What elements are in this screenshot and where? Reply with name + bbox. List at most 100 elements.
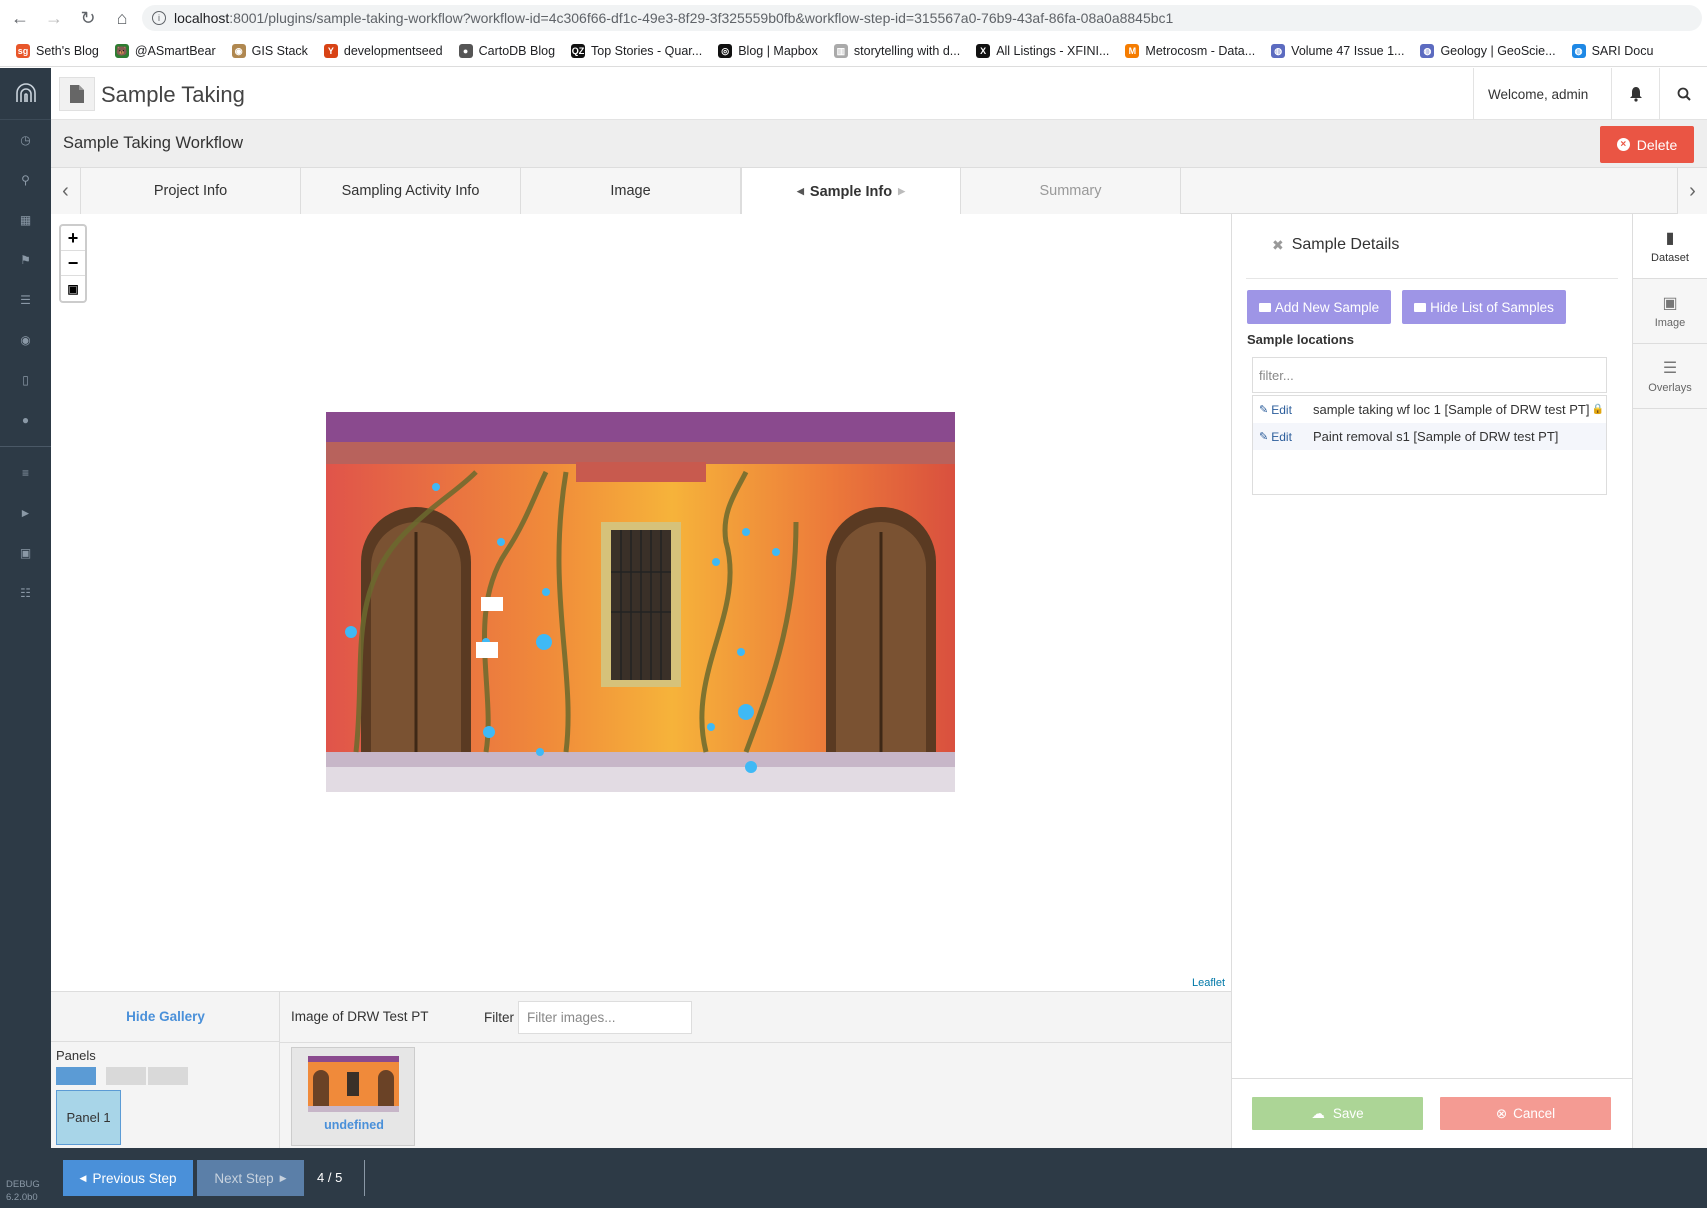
bookmark-item[interactable]: ◉ GIS Stack xyxy=(231,44,308,58)
side-tab-label: Dataset xyxy=(1651,252,1689,264)
next-label: Next Step xyxy=(214,1170,274,1186)
tabs-prev-icon[interactable]: ‹ xyxy=(51,168,81,214)
welcome-user[interactable]: Welcome, admin xyxy=(1473,68,1602,120)
panel-chip[interactable] xyxy=(56,1067,96,1085)
bookmark-item[interactable]: ▥ storytelling with d... xyxy=(833,44,961,58)
folder-icon xyxy=(1414,302,1427,312)
caret-left-icon: ◀ xyxy=(79,1172,87,1183)
report-icon[interactable]: ▦ xyxy=(0,200,51,240)
bookmark-item[interactable]: M Metrocosm - Data... xyxy=(1125,44,1255,58)
back-icon[interactable]: ← xyxy=(6,4,34,32)
mobile-icon[interactable]: ▯ xyxy=(0,360,51,400)
add-new-sample-button[interactable]: Add New Sample xyxy=(1247,290,1391,324)
image-gallery: Hide Gallery Panels Panel 1 Image of DRW… xyxy=(51,991,1231,1149)
bookmark-item[interactable]: 🐻 @ASmartBear xyxy=(114,44,216,58)
bookmark-icon[interactable]: ⚑ xyxy=(0,240,51,280)
close-icon[interactable]: ✖ xyxy=(1272,237,1284,254)
hide-gallery-button[interactable]: Hide Gallery xyxy=(51,992,280,1042)
panel-1-button[interactable]: Panel 1 xyxy=(56,1090,121,1145)
sidebar-divider xyxy=(0,446,51,447)
list-nav-icon[interactable]: ☰ xyxy=(0,280,51,320)
tab-label: Sampling Activity Info xyxy=(341,183,480,199)
sample-locations-label: Sample locations xyxy=(1247,332,1354,347)
edit-button[interactable]: ✎ Edit xyxy=(1259,430,1313,444)
zoom-control: + − ▣ xyxy=(59,224,87,303)
globe-icon[interactable]: ◉ xyxy=(0,320,51,360)
save-button[interactable]: ☁ Save xyxy=(1252,1097,1423,1130)
previous-step-button[interactable]: ◀ Previous Step xyxy=(63,1160,193,1196)
workflow-footer: ◀ Previous Step Next Step ▶ 4 / 5 xyxy=(51,1148,1707,1208)
search-nav-icon[interactable]: ⚲ xyxy=(0,160,51,200)
play-icon[interactable]: ► xyxy=(0,493,51,533)
tab-sampling-activity-info[interactable]: Sampling Activity Info xyxy=(301,168,521,214)
fullscreen-icon[interactable]: ▣ xyxy=(61,276,85,301)
side-tab-dataset[interactable]: ▮ Dataset xyxy=(1633,214,1707,279)
prev-label: Previous Step xyxy=(92,1170,177,1186)
side-tab-overlays[interactable]: ☰ Overlays xyxy=(1633,344,1707,409)
sample-details-panel: ✖ Sample Details Add New Sample Hide Lis… xyxy=(1231,214,1632,1148)
user-icon[interactable]: ● xyxy=(0,400,51,440)
tab-summary[interactable]: Summary xyxy=(961,168,1181,214)
lock-icon: 🔒 xyxy=(1591,404,1604,415)
zoom-out-button[interactable]: − xyxy=(61,251,85,276)
bookmark-favicon-icon: ▥ xyxy=(833,44,848,58)
bookmark-label: storytelling with d... xyxy=(853,44,961,58)
sample-filter-input[interactable] xyxy=(1252,357,1607,393)
list-item: ✎ Edit sample taking wf loc 1 [Sample of … xyxy=(1253,396,1606,423)
url-host: localhost xyxy=(174,10,230,26)
bookmark-item[interactable]: X All Listings - XFINI... xyxy=(976,44,1109,58)
bookmark-item[interactable]: ◍ SARI Docu xyxy=(1571,44,1653,58)
bookmark-item[interactable]: Ydevelopmentseed xyxy=(323,44,443,58)
delete-button[interactable]: × Delete xyxy=(1600,126,1694,163)
reload-icon[interactable]: ↻ xyxy=(74,4,102,32)
panel-footer: ☁ Save ⊗ Cancel xyxy=(1232,1078,1632,1148)
bell-icon[interactable] xyxy=(1611,68,1659,120)
bookmark-favicon-icon: X xyxy=(976,44,991,58)
bookmark-item[interactable]: ◍ Geology | GeoScie... xyxy=(1420,44,1556,58)
thumbnail-caption[interactable]: undefined xyxy=(292,1118,416,1132)
building-facade-image[interactable] xyxy=(326,412,955,792)
tabs-next-icon[interactable]: › xyxy=(1677,168,1707,214)
next-step-button[interactable]: Next Step ▶ xyxy=(197,1160,304,1196)
map-viewer[interactable]: + − ▣ Leaflet xyxy=(51,214,1231,991)
tab-image[interactable]: Image xyxy=(521,168,741,214)
address-bar[interactable]: i localhost:8001/plugins/sample-taking-w… xyxy=(142,5,1702,31)
bookmark-item[interactable]: ● CartoDB Blog xyxy=(458,44,556,58)
cancel-button[interactable]: ⊗ Cancel xyxy=(1440,1097,1611,1130)
panels-label: Panels xyxy=(56,1048,96,1063)
bookmark-favicon-icon: sg xyxy=(16,44,30,58)
search-icon[interactable] xyxy=(1659,68,1707,120)
edit-button[interactable]: ✎ Edit xyxy=(1259,403,1313,417)
cloud-icon: ☁ xyxy=(1311,1105,1325,1121)
bookmark-item[interactable]: ◎ Blog | Mapbox xyxy=(718,44,818,58)
bookmark-label: Blog | Mapbox xyxy=(738,44,818,58)
side-tab-image[interactable]: ▣ Image xyxy=(1633,279,1707,344)
bookmark-label: All Listings - XFINI... xyxy=(996,44,1110,58)
hide-list-button[interactable]: Hide List of Samples xyxy=(1402,290,1566,324)
tab-project-info[interactable]: Project Info xyxy=(81,168,301,214)
caret-right-icon: ▶ xyxy=(898,186,906,196)
bookmark-favicon-icon: ◉ xyxy=(231,44,246,58)
workflow-title: Sample Taking Workflow xyxy=(63,134,244,152)
sample-name[interactable]: sample taking wf loc 1 [Sample of DRW te… xyxy=(1313,402,1589,417)
database-icon[interactable]: ☷ xyxy=(0,573,51,613)
bookmark-item[interactable]: QZ Top Stories - Quar... xyxy=(571,44,702,58)
site-info-icon[interactable]: i xyxy=(152,11,166,25)
panel-chip[interactable] xyxy=(148,1067,188,1085)
bookmark-label: CartoDB Blog xyxy=(478,44,556,58)
bookmark-item[interactable]: sg Seth's Blog xyxy=(16,44,99,58)
zoom-in-button[interactable]: + xyxy=(61,226,85,251)
forward-icon[interactable]: → xyxy=(40,4,68,32)
app-logo-icon[interactable] xyxy=(0,68,51,120)
clock-icon[interactable]: ◷ xyxy=(0,120,51,160)
text-icon[interactable]: ≡ xyxy=(0,453,51,493)
bookmark-item[interactable]: ◍ Volume 47 Issue 1... xyxy=(1271,44,1404,58)
image-nav-icon[interactable]: ▣ xyxy=(0,533,51,573)
tab-sample-info[interactable]: ◀ Sample Info ▶ xyxy=(741,168,961,215)
leaflet-attribution-link[interactable]: Leaflet xyxy=(1189,977,1227,989)
home-icon[interactable]: ⌂ xyxy=(108,4,136,32)
sample-name[interactable]: Paint removal s1 [Sample of DRW test PT] xyxy=(1313,429,1558,444)
image-filter-input[interactable] xyxy=(518,1001,692,1034)
panel-chip[interactable] xyxy=(106,1067,146,1085)
image-thumbnail[interactable]: undefined xyxy=(291,1047,415,1146)
